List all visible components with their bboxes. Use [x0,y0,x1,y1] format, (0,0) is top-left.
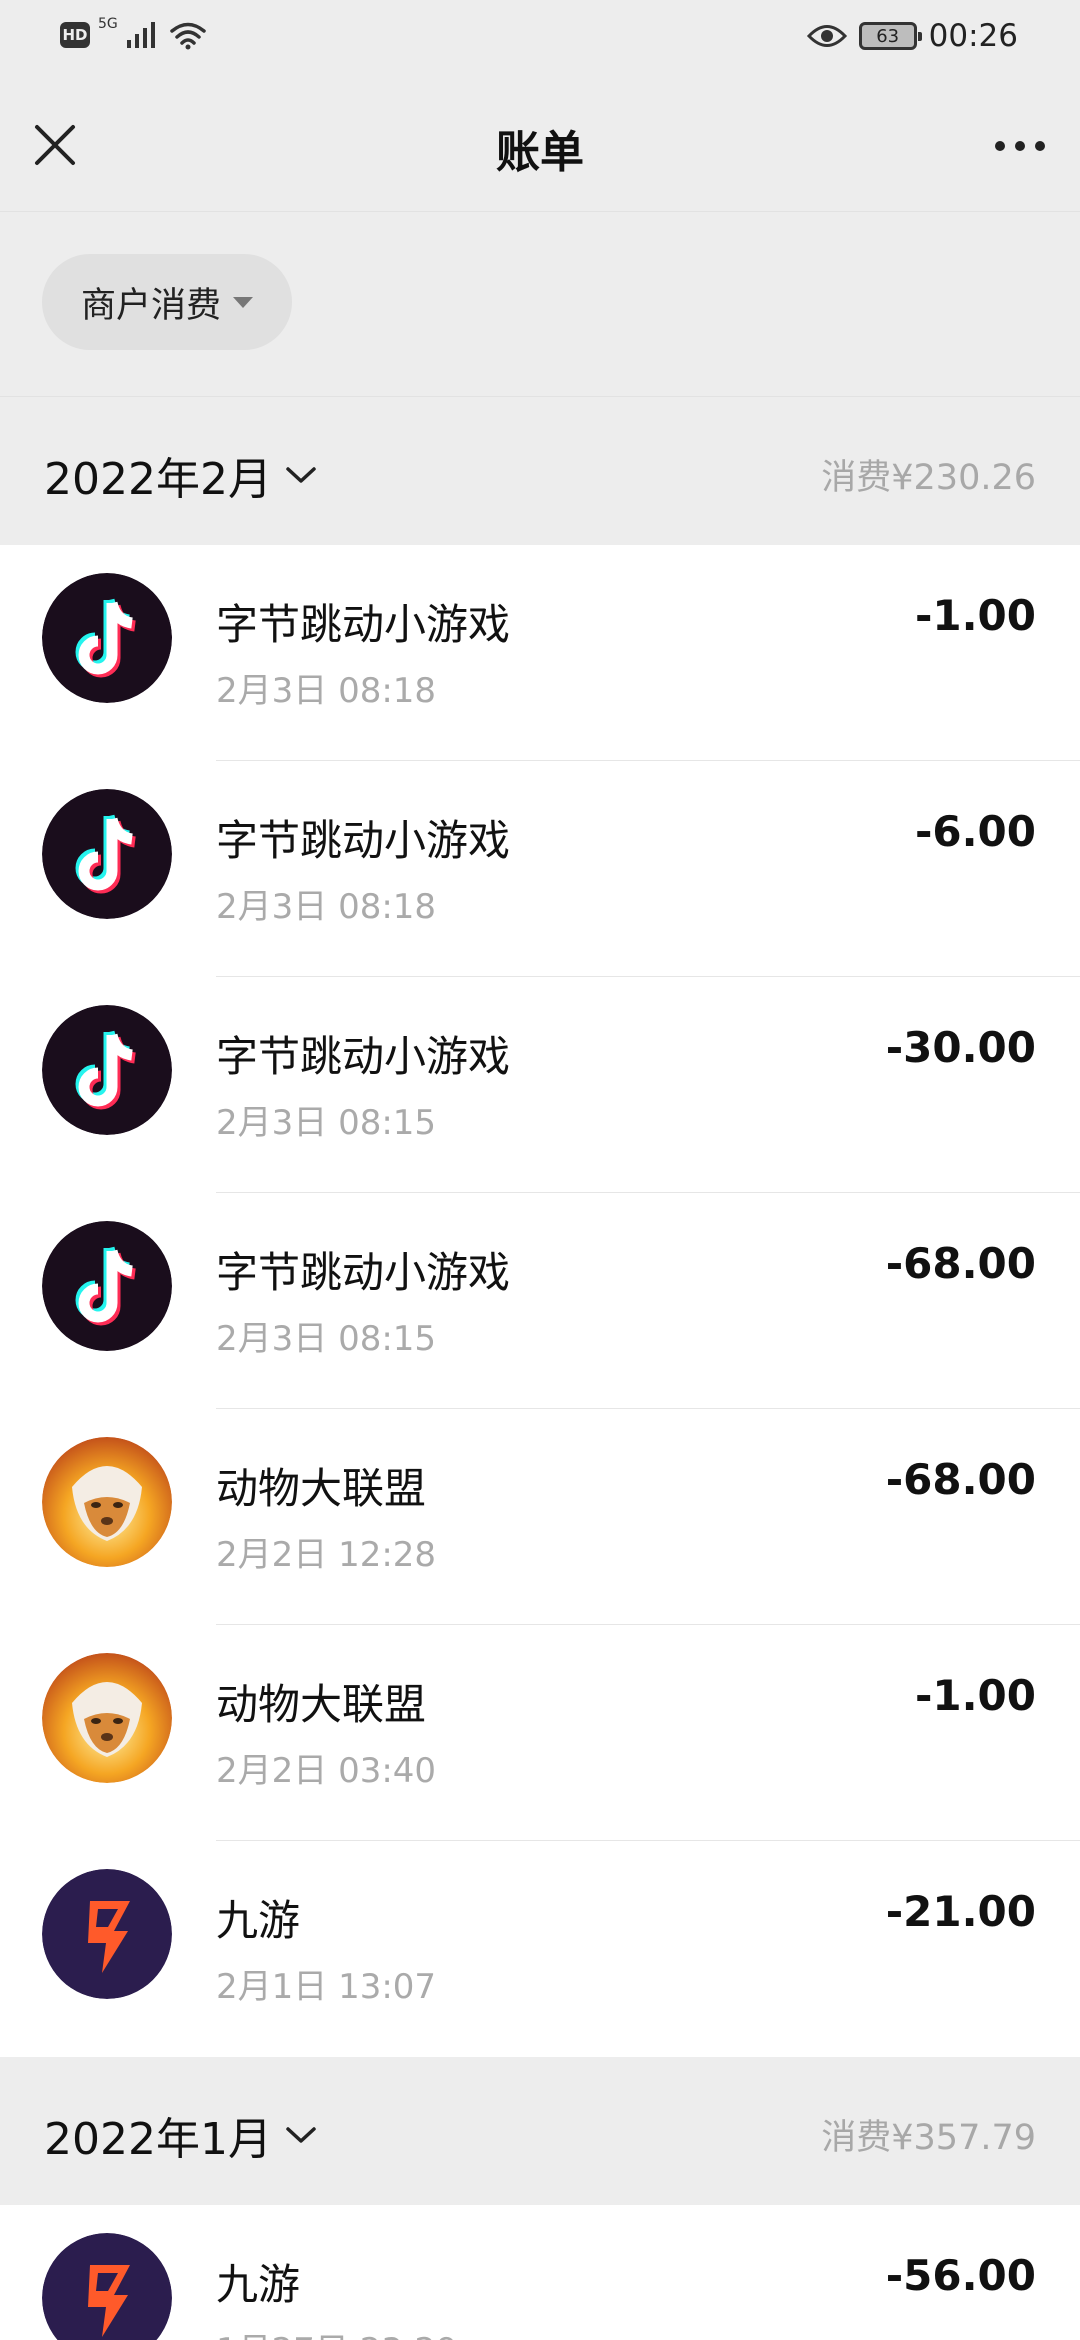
filter-label: 商户消费 [80,285,221,326]
hd-badge: HD [60,22,90,48]
month-total: 消费¥230.26 [821,458,1036,498]
battery-icon: 63 [858,22,922,50]
tiktok-avatar [42,573,172,703]
caret-down-icon [233,296,253,308]
jiuyou-avatar [42,1869,172,1999]
filter-area: 商户消费 [0,212,1080,397]
month-title[interactable]: 2022年1月 [44,2103,318,2167]
transaction-time: 2月2日 12:28 [216,1535,437,1575]
transaction-amount: -6.00 [914,807,1036,856]
merchant-name: 动物大联盟 [216,1464,427,1513]
transaction-row[interactable]: 动物大联盟 2月2日 03:40 -1.00 [0,1625,1080,1841]
tiktok-avatar [42,1005,172,1135]
month-label: 2022年2月 [44,454,272,505]
transaction-list: 字节跳动小游戏 2月3日 08:18 -1.00 字节跳动小游戏 2月3日 08… [0,545,1080,2057]
eye-icon [806,25,847,47]
transaction-time: 2月3日 08:15 [216,1319,437,1359]
transaction-amount: -1.00 [914,591,1036,640]
month-title[interactable]: 2022年2月 [44,443,318,507]
merchant-name: 字节跳动小游戏 [216,1248,511,1297]
page-title: 账单 [496,127,584,178]
merchant-name: 字节跳动小游戏 [216,816,511,865]
transaction-row[interactable]: 动物大联盟 2月2日 12:28 -68.00 [0,1409,1080,1625]
transaction-row[interactable]: 字节跳动小游戏 2月3日 08:18 -1.00 [0,545,1080,761]
transaction-time: 2月2日 03:40 [216,1751,437,1791]
animal-game-avatar [42,1437,172,1567]
battery-level: 63 [876,25,900,47]
status-bar: HD 5G 63 00:26 [0,0,1080,80]
filter-dropdown[interactable]: 商户消费 [42,254,292,350]
month-label: 2022年1月 [44,2114,272,2165]
signal-icon [126,22,155,48]
transaction-row[interactable]: 九游 1月27日 23:29 -56.00 [0,2205,1080,2340]
chevron-down-icon [286,467,316,483]
transaction-amount: -30.00 [885,1023,1036,1072]
status-right: 63 00:26 [806,18,1018,54]
transaction-row[interactable]: 字节跳动小游戏 2月3日 08:15 -68.00 [0,1193,1080,1409]
transaction-list: 九游 1月27日 23:29 -56.00 [0,2205,1080,2340]
transaction-time: 2月3日 08:18 [216,671,437,711]
jiuyou-avatar [42,2233,172,2340]
transaction-row[interactable]: 字节跳动小游戏 2月3日 08:18 -6.00 [0,761,1080,977]
animal-game-avatar [42,1653,172,1783]
clock: 00:26 [928,18,1018,54]
chevron-down-icon [286,2127,316,2143]
network-type: 5G [98,16,118,32]
transaction-amount: -1.00 [914,1671,1036,1720]
tiktok-avatar [42,1221,172,1351]
tiktok-avatar [42,789,172,919]
transaction-row[interactable]: 九游 2月1日 13:07 -21.00 [0,1841,1080,2057]
transaction-time: 2月3日 08:18 [216,887,437,927]
merchant-name: 字节跳动小游戏 [216,600,511,649]
more-icon[interactable] [990,126,1050,166]
month-header[interactable]: 2022年1月 消费¥357.79 [0,2057,1080,2205]
transaction-amount: -21.00 [885,1887,1036,1936]
merchant-name: 字节跳动小游戏 [216,1032,511,1081]
merchant-name: 九游 [216,1896,301,1945]
nav-bar: 账单 [0,80,1080,212]
merchant-name: 动物大联盟 [216,1680,427,1729]
transaction-time: 2月3日 08:15 [216,1103,437,1143]
transaction-time: 1月27日 23:29 [216,2323,458,2340]
status-left: HD 5G [60,16,208,50]
transaction-row[interactable]: 字节跳动小游戏 2月3日 08:15 -30.00 [0,977,1080,1193]
month-total: 消费¥357.79 [821,2118,1036,2158]
transaction-time: 2月1日 13:07 [216,1967,437,2007]
transaction-amount: -56.00 [885,2251,1036,2300]
merchant-name: 九游 [216,2260,301,2309]
month-header[interactable]: 2022年2月 消费¥230.26 [0,397,1080,545]
transaction-amount: -68.00 [885,1239,1036,1288]
wifi-icon [170,22,206,50]
transaction-amount: -68.00 [885,1455,1036,1504]
